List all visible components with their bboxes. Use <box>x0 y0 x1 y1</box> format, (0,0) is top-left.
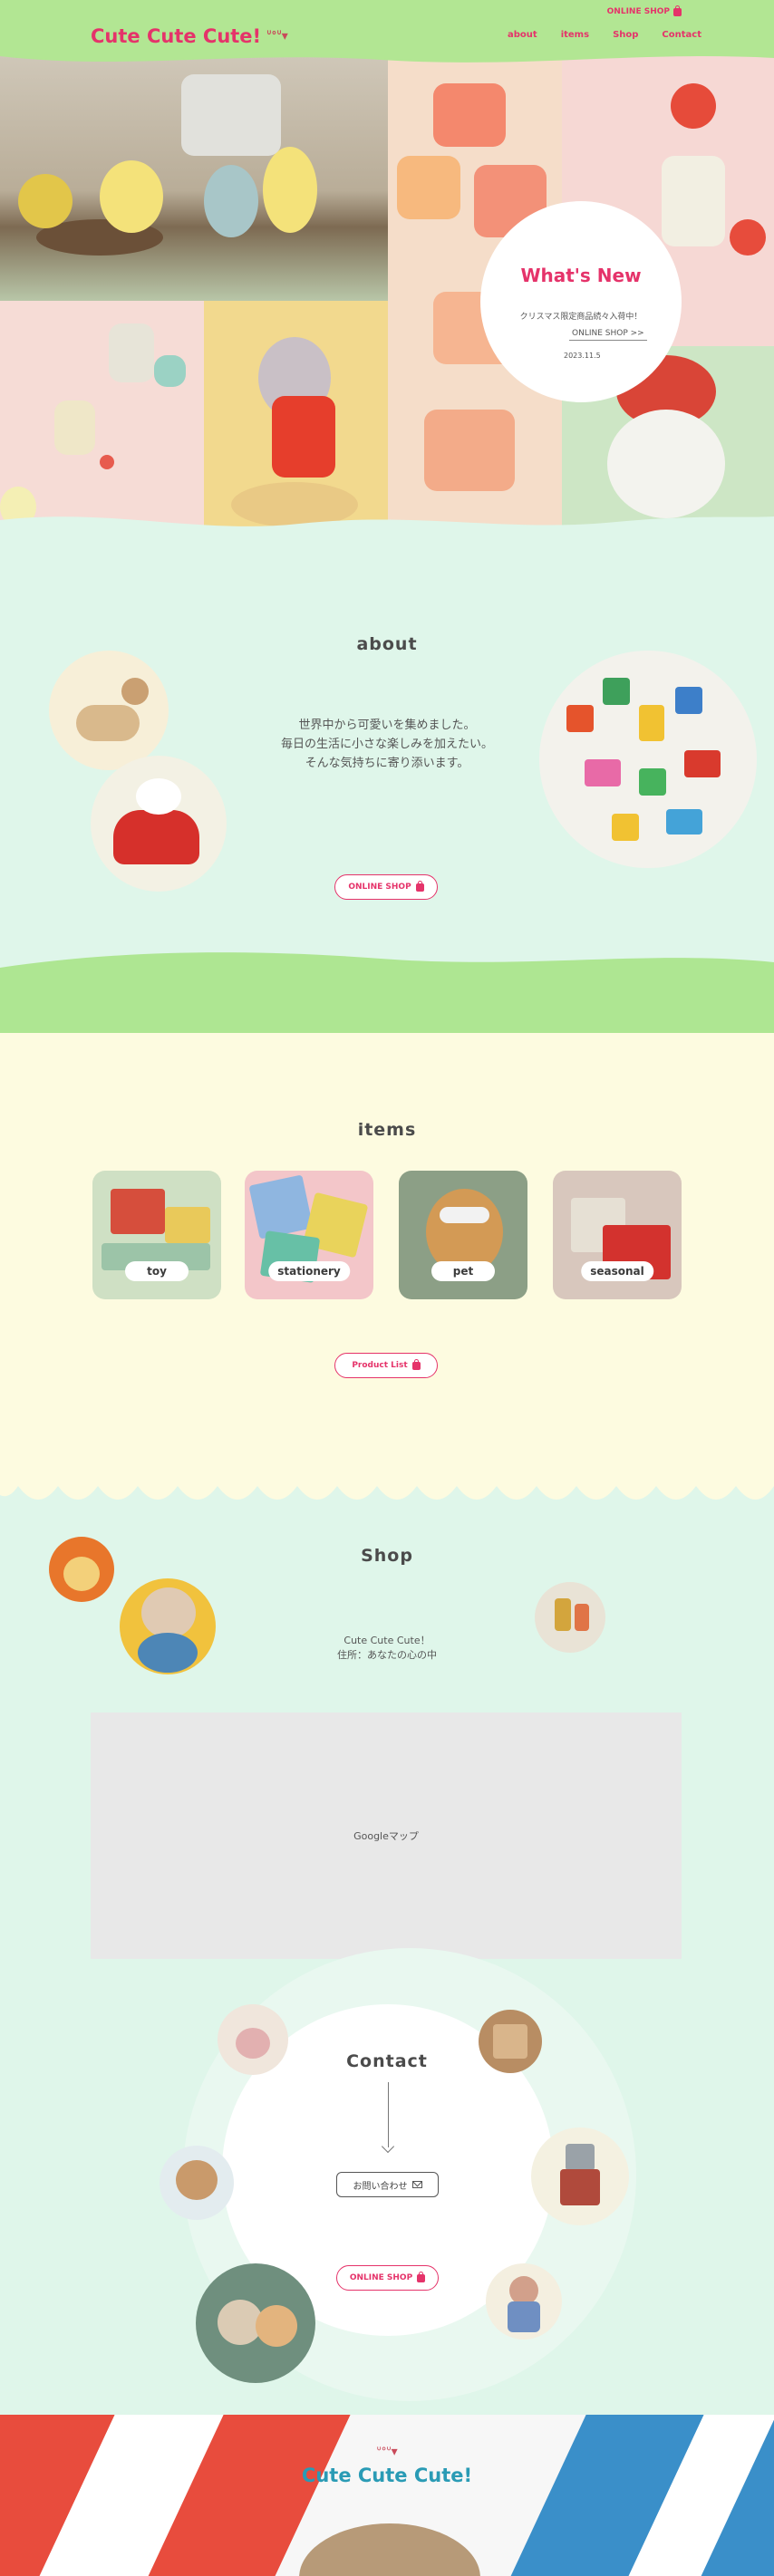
nav-contact[interactable]: Contact <box>662 30 701 40</box>
green-band <box>0 970 774 1033</box>
arrow-down-icon <box>388 2082 389 2147</box>
contact-online-shop-button[interactable]: ONLINE SHOP <box>336 2265 439 2291</box>
nav-about[interactable]: about <box>508 30 537 40</box>
item-card-seasonal[interactable]: seasonal <box>553 1171 682 1299</box>
contact-photo-cup <box>218 2004 288 2075</box>
shop-title: Shop <box>361 1546 413 1566</box>
item-label-pet: pet <box>431 1261 495 1281</box>
shopping-bag-icon <box>673 5 682 16</box>
shop-address: 住所：あなたの心の中 <box>337 1649 437 1661</box>
whats-new-date: 2023.11.5 <box>564 352 601 360</box>
item-label-toy: toy <box>125 1261 189 1281</box>
contact-inquiry-button[interactable]: お問い合わせ <box>336 2172 439 2197</box>
nav-items[interactable]: items <box>561 30 589 40</box>
about-line-2: 毎日の生活に小さな楽しみを加えたい。 <box>280 738 493 751</box>
shopping-bag-icon <box>417 2271 426 2282</box>
whats-new-title: What's New <box>520 265 642 286</box>
item-card-stationery[interactable]: stationery <box>245 1171 373 1299</box>
logo-text: Cute Cute Cute! <box>91 25 262 47</box>
hero-collage: What's New クリスマス限定商品続々入荷中！ ONLINE SHOP >… <box>0 56 774 536</box>
contact-inquiry-label: お問い合わせ <box>353 2181 408 2192</box>
about-online-shop-label: ONLINE SHOP <box>348 883 411 892</box>
shop-photo-orange-pet <box>49 1537 114 1602</box>
hero-photo-chicks <box>0 56 388 301</box>
items-section: items toy stationery pet seasonal Produc… <box>0 1033 774 1504</box>
whats-new-panel: What's New クリスマス限定商品続々入荷中！ ONLINE SHOP >… <box>480 201 682 402</box>
scallop-divider <box>0 1459 774 1513</box>
about-online-shop-button[interactable]: ONLINE SHOP <box>334 874 438 900</box>
animal-faces-icon: ᐡᐤᐡ▾ <box>266 29 288 43</box>
shop-name: Cute Cute Cute！ <box>343 1635 431 1646</box>
header-wave-divider <box>0 49 774 63</box>
contact-photo-knit-toy <box>486 2263 562 2340</box>
product-list-label: Product List <box>352 1361 408 1370</box>
contact-photo-robot <box>531 2127 629 2225</box>
top-online-shop-label: ONLINE SHOP <box>606 7 670 16</box>
top-online-shop-link[interactable]: ONLINE SHOP <box>606 5 682 16</box>
contact-photo-cat <box>160 2146 234 2220</box>
shop-info: Cute Cute Cute！ 住所：あなたの心の中 <box>0 1634 774 1663</box>
contact-online-shop-label: ONLINE SHOP <box>349 2273 413 2282</box>
footer-animal-faces-icon: ᐡᐤᐡ▾ <box>376 2445 398 2459</box>
hero-photo-pet <box>204 301 388 536</box>
mail-icon <box>411 2181 422 2188</box>
shopping-bag-icon <box>415 880 424 892</box>
item-label-stationery: stationery <box>268 1261 350 1281</box>
product-list-button[interactable]: Product List <box>334 1353 438 1378</box>
footer-logo[interactable]: Cute Cute Cute! <box>0 2465 774 2486</box>
about-line-3: そんな気持ちに寄り添います。 <box>305 757 469 770</box>
nav-shop[interactable]: Shop <box>613 30 638 40</box>
item-card-toy[interactable]: toy <box>92 1171 221 1299</box>
whats-new-text: クリスマス限定商品続々入荷中！ <box>519 313 643 322</box>
contact-title: Contact <box>346 2051 428 2071</box>
google-map[interactable]: Googleマップ <box>91 1713 682 1959</box>
contact-photo-shelf <box>479 2010 542 2073</box>
about-section: about 世界中から可愛いを集めました。 毎日の生活に小さな楽しみを加えたい。… <box>0 580 774 960</box>
item-card-pet[interactable]: pet <box>399 1171 527 1299</box>
main-nav: about items Shop Contact <box>508 30 701 40</box>
hero-photo-bottles <box>0 301 204 536</box>
shopping-bag-icon <box>411 1358 421 1370</box>
hero-wave-divider <box>0 516 774 553</box>
site-footer: ᐡᐤᐡ▾ Cute Cute Cute! <box>0 2415 774 2576</box>
contact-photo-plush <box>196 2263 315 2383</box>
map-label: Googleマップ <box>353 1830 419 1842</box>
about-line-1: 世界中から可愛いを集めました。 <box>298 719 476 732</box>
site-logo[interactable]: Cute Cute Cute! ᐡᐤᐡ▾ <box>91 25 288 47</box>
about-description: 世界中から可愛いを集めました。 毎日の生活に小さな楽しみを加えたい。 そんな気持… <box>0 716 774 773</box>
item-label-seasonal: seasonal <box>581 1261 653 1281</box>
items-title: items <box>357 1120 417 1140</box>
about-photo-red-car <box>91 756 227 892</box>
whats-new-link[interactable]: ONLINE SHOP >> <box>569 329 647 341</box>
